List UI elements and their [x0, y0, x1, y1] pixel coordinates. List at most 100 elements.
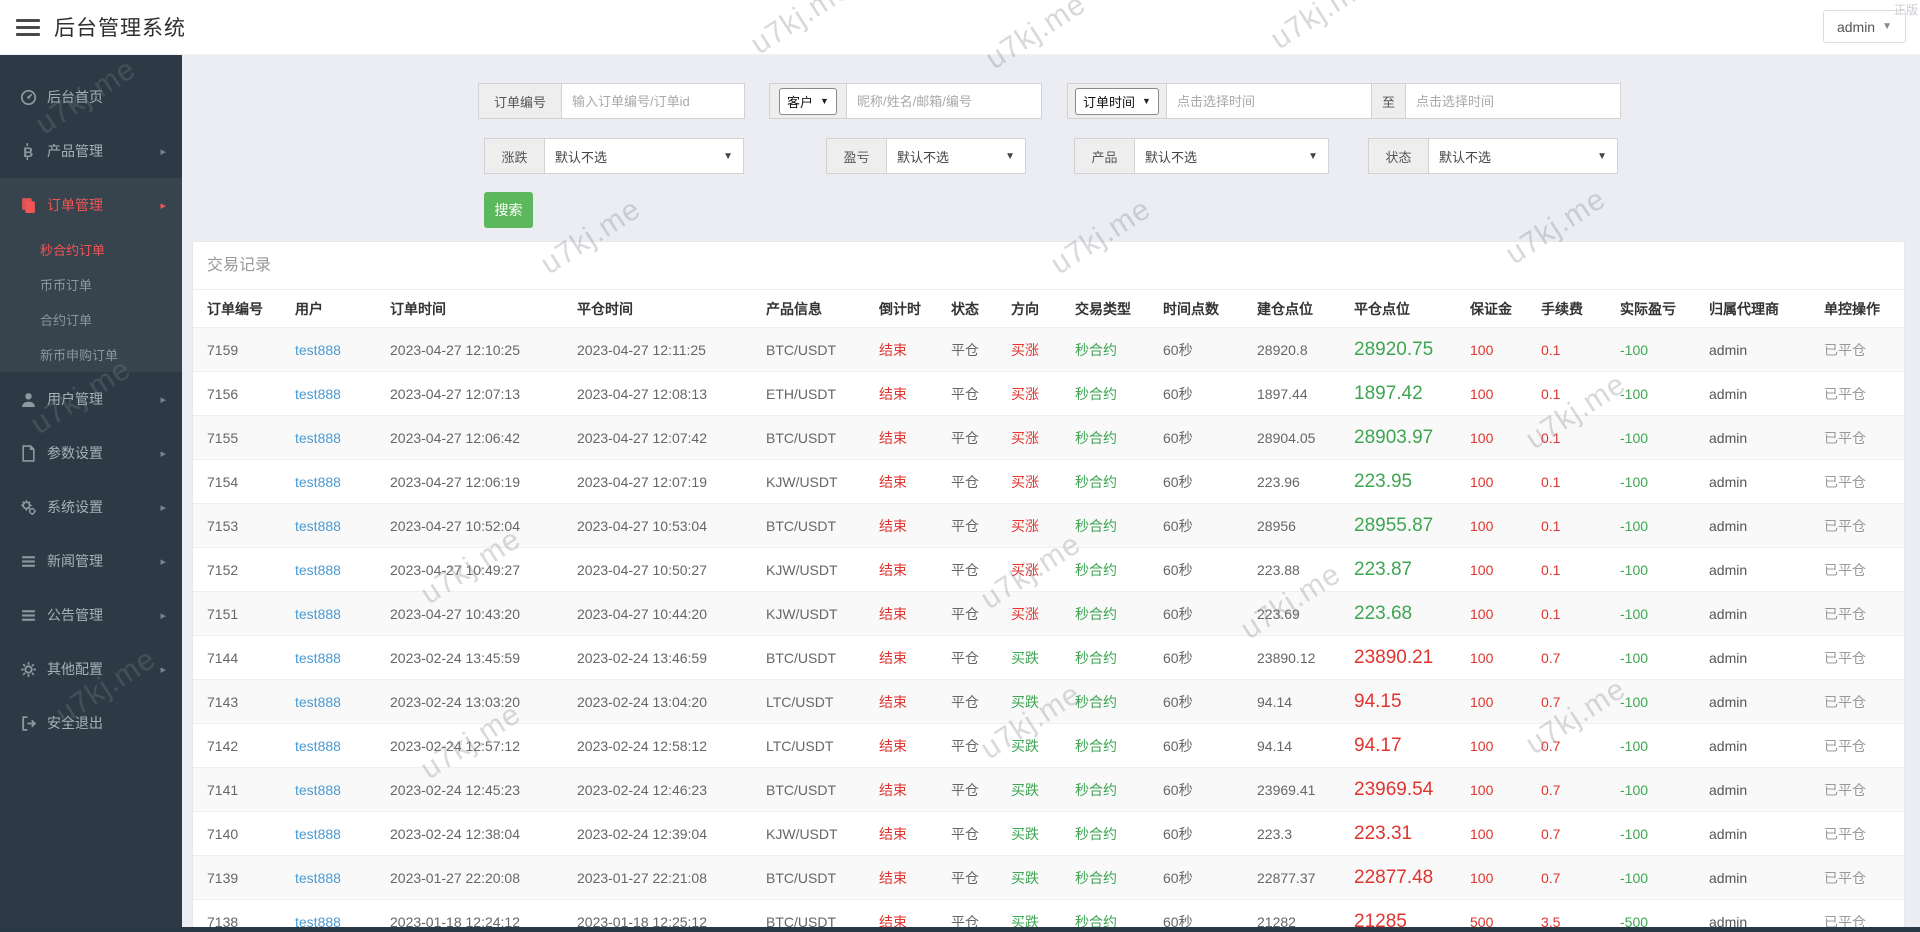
- user-link[interactable]: test888: [295, 474, 390, 490]
- user-link[interactable]: test888: [295, 562, 390, 578]
- margin-cell: 100: [1470, 341, 1494, 358]
- time-end-input[interactable]: [1405, 83, 1621, 119]
- open-price-cell: 223.69: [1257, 605, 1300, 622]
- sidebar-subitem-2[interactable]: 合约订单: [0, 302, 182, 337]
- status-cell: 平仓: [951, 561, 979, 578]
- margin-cell: 100: [1470, 385, 1494, 402]
- countdown-cell: 结束: [879, 737, 907, 754]
- product-select[interactable]: 默认不选 ▼: [1134, 138, 1329, 174]
- column-header: 建仓点位: [1257, 300, 1313, 317]
- user-link[interactable]: test888: [295, 386, 390, 402]
- customer-input[interactable]: [846, 83, 1042, 119]
- user-link[interactable]: test888: [295, 650, 390, 666]
- sidebar-item-6[interactable]: 新闻管理 ▸: [0, 534, 182, 588]
- trade-type-cell: 秒合约: [1075, 649, 1117, 666]
- profit-cell: -100: [1620, 693, 1649, 710]
- sidebar-submenu: 秒合约订单 币币订单 合约订单 新币申购订单: [0, 232, 182, 372]
- sidebar-item-8[interactable]: 其他配置 ▸: [0, 642, 182, 696]
- margin-cell: 100: [1470, 605, 1494, 622]
- hamburger-menu-icon[interactable]: [16, 15, 40, 40]
- open-price-cell: 1897.44: [1257, 385, 1308, 402]
- sidebar-item-label: 其他配置: [47, 661, 103, 677]
- countdown-cell: 结束: [879, 693, 907, 710]
- table-row: 7155 test888 2023-04-27 12:06:42 2023-04-27…: [193, 416, 1904, 460]
- filter-customer-group: 客户 ▼: [769, 83, 1042, 119]
- status-cell: 平仓: [951, 341, 979, 358]
- sidebar-item-0[interactable]: 后台首页: [0, 70, 182, 124]
- agent-cell: admin: [1709, 429, 1748, 446]
- time-start-input[interactable]: [1166, 83, 1372, 119]
- column-header: 归属代理商: [1709, 300, 1779, 317]
- countdown-cell: 结束: [879, 825, 907, 842]
- user-link[interactable]: test888: [295, 914, 390, 928]
- agent-cell: admin: [1709, 517, 1748, 534]
- user-link[interactable]: test888: [295, 430, 390, 446]
- sidebar-item-label: 参数设置: [47, 445, 103, 461]
- profit-cell: -100: [1620, 825, 1649, 842]
- column-header: 用户: [295, 300, 323, 317]
- column-header: 手续费: [1541, 300, 1583, 317]
- close-time-cell: 2023-02-24 12:58:12: [577, 737, 707, 754]
- customer-type-select[interactable]: 客户 ▼: [779, 87, 837, 115]
- column-header: 方向: [1011, 300, 1039, 317]
- direction-cell: 买涨: [1011, 385, 1039, 402]
- time-type-select[interactable]: 订单时间 ▼: [1075, 87, 1159, 115]
- sidebar-subitem-3[interactable]: 新币申购订单: [0, 337, 182, 372]
- column-header: 订单编号: [207, 300, 263, 317]
- fee-cell: 0.1: [1541, 429, 1561, 446]
- sidebar-item-5[interactable]: 系统设置 ▸: [0, 480, 182, 534]
- sidebar-item-label: 后台首页: [47, 89, 103, 105]
- status-cell: 平仓: [951, 605, 979, 622]
- order-no-input[interactable]: [561, 83, 745, 119]
- search-button[interactable]: 搜索: [484, 192, 533, 228]
- sidebar-item-7[interactable]: 公告管理 ▸: [0, 588, 182, 642]
- column-header: 平仓时间: [577, 300, 633, 317]
- product-cell: BTC/USDT: [766, 649, 836, 666]
- user-link[interactable]: test888: [295, 342, 390, 358]
- sidebar-item-3[interactable]: 用户管理 ▸: [0, 372, 182, 426]
- margin-cell: 100: [1470, 473, 1494, 490]
- user-link[interactable]: test888: [295, 738, 390, 754]
- status-cell: 平仓: [951, 473, 979, 490]
- control-action-cell: 已平仓: [1824, 429, 1866, 446]
- status-cell: 平仓: [951, 649, 979, 666]
- user-link[interactable]: test888: [295, 870, 390, 886]
- agent-cell: admin: [1709, 605, 1748, 622]
- column-header: 产品信息: [766, 300, 822, 317]
- product-cell: BTC/USDT: [766, 341, 836, 358]
- sidebar-item-9[interactable]: 安全退出: [0, 696, 182, 750]
- direction-cell: 买涨: [1011, 429, 1039, 446]
- sidebar: 后台首页 B 产品管理 ▸ 订单管理 ▸ 秒合约订单 币币订单 合约订单 新币申购订单 用户管理 ▸ 参…: [0, 55, 182, 932]
- direction-cell: 买跌: [1011, 649, 1039, 666]
- agent-cell: admin: [1709, 913, 1748, 928]
- sidebar-item-4[interactable]: 参数设置 ▸: [0, 426, 182, 480]
- countdown-cell: 结束: [879, 869, 907, 886]
- user-link[interactable]: test888: [295, 606, 390, 622]
- bottom-scrollbar[interactable]: [0, 927, 1920, 932]
- chevron-right-icon: ▸: [160, 393, 166, 406]
- close-price-cell: 28903.97: [1354, 426, 1434, 448]
- updown-select[interactable]: 默认不选 ▼: [544, 138, 744, 174]
- order-id-cell: 7140: [207, 825, 239, 842]
- fee-cell: 0.1: [1541, 341, 1561, 358]
- sidebar-subitem-1[interactable]: 币币订单: [0, 267, 182, 302]
- user-link[interactable]: test888: [295, 782, 390, 798]
- order-id-cell: 7152: [207, 561, 239, 578]
- sidebar-item-2[interactable]: 订单管理 ▸: [0, 178, 182, 232]
- close-price-cell: 22877.48: [1354, 866, 1434, 888]
- user-link[interactable]: test888: [295, 694, 390, 710]
- trade-type-cell: 秒合约: [1075, 825, 1117, 842]
- sidebar-item-1[interactable]: B 产品管理 ▸: [0, 124, 182, 178]
- status-select[interactable]: 默认不选 ▼: [1428, 138, 1618, 174]
- order-id-cell: 7138: [207, 913, 239, 928]
- file-icon: [20, 444, 37, 462]
- filter-updown-group: 涨跌 默认不选 ▼: [484, 138, 744, 174]
- table-row: 7142 test888 2023-02-24 12:57:12 2023-02-24…: [193, 724, 1904, 768]
- sidebar-subitem-0[interactable]: 秒合约订单: [0, 232, 182, 267]
- order-id-cell: 7156: [207, 385, 239, 402]
- user-link[interactable]: test888: [295, 518, 390, 534]
- user-link[interactable]: test888: [295, 826, 390, 842]
- order-id-cell: 7141: [207, 781, 239, 798]
- table-row: 7143 test888 2023-02-24 13:03:20 2023-02-24…: [193, 680, 1904, 724]
- profit-select[interactable]: 默认不选 ▼: [886, 138, 1026, 174]
